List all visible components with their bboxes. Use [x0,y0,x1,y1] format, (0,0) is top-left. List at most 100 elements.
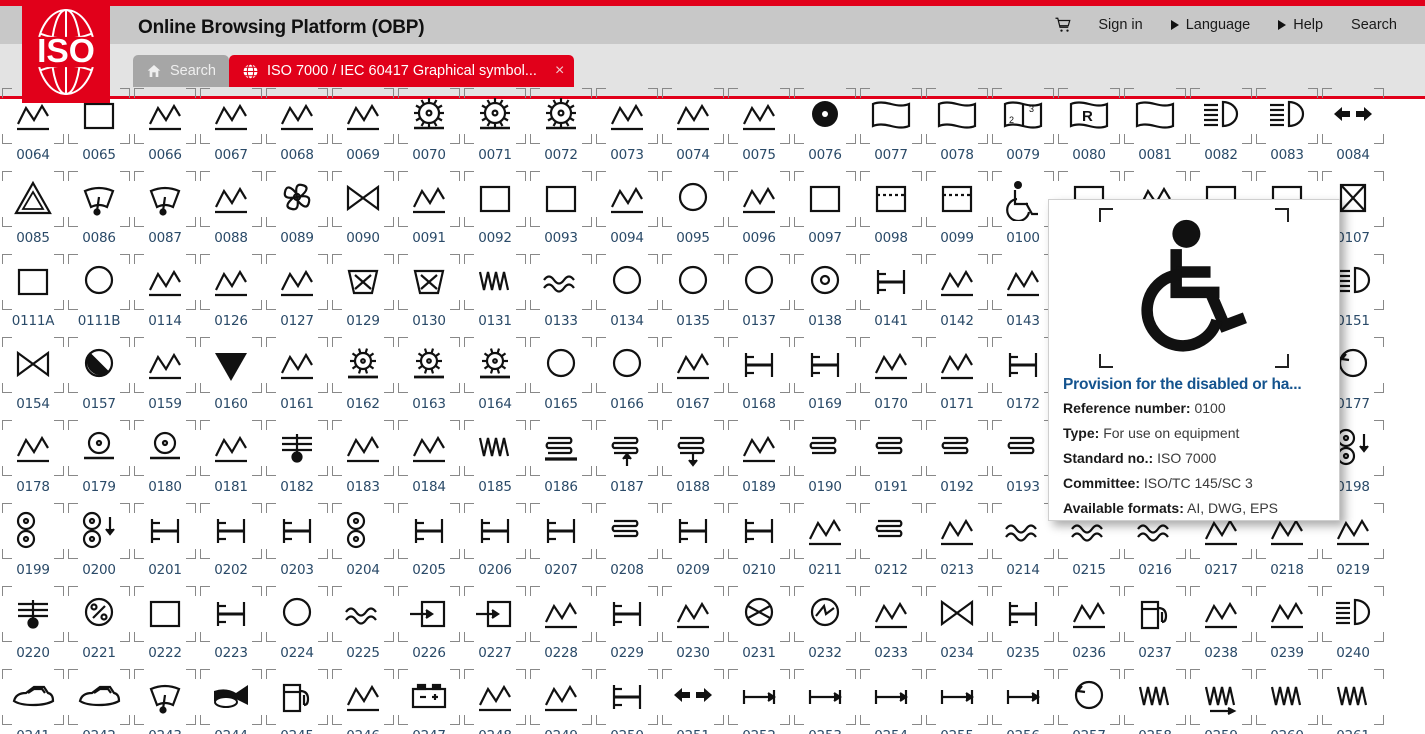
symbol-cell-0232[interactable]: 0232 [792,586,858,669]
symbol-cell-0141[interactable]: 0141 [858,254,924,337]
symbol-cell-0126[interactable]: 0126 [198,254,264,337]
symbol-cell-0225[interactable]: 0225 [330,586,396,669]
symbol-cell-0253[interactable]: 0253 [792,669,858,734]
symbol-cell-0134[interactable]: 0134 [594,254,660,337]
symbol-cell-0241[interactable]: 0241 [0,669,66,734]
symbol-cell-0254[interactable]: 0254 [858,669,924,734]
symbol-cell-0237[interactable]: 0237 [1122,586,1188,669]
symbol-cell-0246[interactable]: 0246 [330,669,396,734]
symbol-cell-0240[interactable]: 0240 [1320,586,1386,669]
symbol-cell-0190[interactable]: 0190 [792,420,858,503]
symbol-cell-0069[interactable]: 0069 [330,88,396,171]
symbol-cell-0073[interactable]: 0073 [594,88,660,171]
symbol-cell-0079[interactable]: 2 3 0079 [990,88,1056,171]
symbol-cell-0078[interactable]: 0078 [924,88,990,171]
symbol-cell-0201[interactable]: 0201 [132,503,198,586]
cart-button[interactable] [1042,6,1084,44]
symbol-cell-0131[interactable]: 0131 [462,254,528,337]
symbol-cell-0085[interactable]: 0085 [0,171,66,254]
symbol-cell-0212[interactable]: 0212 [858,503,924,586]
symbol-cell-0236[interactable]: 0236 [1056,586,1122,669]
symbol-cell-0095[interactable]: 0095 [660,171,726,254]
symbol-cell-0214[interactable]: 0214 [990,503,1056,586]
symbol-cell-0161[interactable]: 0161 [264,337,330,420]
symbol-cell-0137[interactable]: 0137 [726,254,792,337]
symbol-cell-0202[interactable]: 0202 [198,503,264,586]
symbol-cell-0170[interactable]: 0170 [858,337,924,420]
symbol-cell-0138[interactable]: 0138 [792,254,858,337]
language-menu[interactable]: Language [1157,6,1265,44]
iso-logo[interactable]: ISO [22,0,110,103]
symbol-cell-0157[interactable]: 0157 [66,337,132,420]
symbol-cell-0242[interactable]: 0242 [66,669,132,734]
symbol-cell-0072[interactable]: 0072 [528,88,594,171]
symbol-cell-0086[interactable]: 0086 [66,171,132,254]
symbol-cell-0244[interactable]: 0244 [198,669,264,734]
symbol-cell-0181[interactable]: 0181 [198,420,264,503]
symbol-cell-0226[interactable]: 0226 [396,586,462,669]
symbol-cell-0077[interactable]: 0077 [858,88,924,171]
symbol-cell-0068[interactable]: 0068 [264,88,330,171]
sign-in-link[interactable]: Sign in [1084,6,1156,44]
symbol-cell-0142[interactable]: 0142 [924,254,990,337]
symbol-cell-0186[interactable]: 0186 [528,420,594,503]
symbol-cell-0180[interactable]: 0180 [132,420,198,503]
symbol-cell-0127[interactable]: 0127 [264,254,330,337]
symbol-cell-0223[interactable]: 0223 [198,586,264,669]
symbol-cell-0129[interactable]: 0129 [330,254,396,337]
symbol-cell-0094[interactable]: 0094 [594,171,660,254]
symbol-cell-0084[interactable]: 0084 [1320,88,1386,171]
symbol-cell-0135[interactable]: 0135 [660,254,726,337]
symbol-cell-0091[interactable]: 0091 [396,171,462,254]
symbol-cell-0231[interactable]: 0231 [726,586,792,669]
symbol-cell-0082[interactable]: 0082 [1188,88,1254,171]
symbol-cell-0220[interactable]: 0220 [0,586,66,669]
symbol-cell-0100[interactable]: 0100 [990,171,1056,254]
symbol-cell-0247[interactable]: 0247 [396,669,462,734]
symbol-cell-0256[interactable]: 0256 [990,669,1056,734]
symbol-cell-0143[interactable]: 0143 [990,254,1056,337]
symbol-cell-0093[interactable]: 0093 [528,171,594,254]
symbol-cell-0099[interactable]: 0099 [924,171,990,254]
symbol-cell-0097[interactable]: 0097 [792,171,858,254]
help-menu[interactable]: Help [1264,6,1337,44]
symbol-cell-0088[interactable]: 0088 [198,171,264,254]
symbol-cell-0204[interactable]: 0204 [330,503,396,586]
symbol-cell-0172[interactable]: 0172 [990,337,1056,420]
symbol-cell-0259[interactable]: 0259 [1188,669,1254,734]
symbol-cell-0169[interactable]: 0169 [792,337,858,420]
symbol-cell-0182[interactable]: 0182 [264,420,330,503]
symbol-cell-0261[interactable]: 0261 [1320,669,1386,734]
symbol-cell-0184[interactable]: 0184 [396,420,462,503]
symbol-cell-0189[interactable]: 0189 [726,420,792,503]
symbol-cell-0252[interactable]: 0252 [726,669,792,734]
symbol-cell-0230[interactable]: 0230 [660,586,726,669]
symbol-cell-0171[interactable]: 0171 [924,337,990,420]
symbol-cell-0087[interactable]: 0087 [132,171,198,254]
symbol-cell-0167[interactable]: 0167 [660,337,726,420]
symbol-cell-0200[interactable]: 0200 [66,503,132,586]
symbol-cell-0111A[interactable]: 0111A [0,254,66,337]
symbol-cell-0162[interactable]: 0162 [330,337,396,420]
symbol-cell-0238[interactable]: 0238 [1188,586,1254,669]
symbol-cell-0245[interactable]: 0245 [264,669,330,734]
symbol-cell-0249[interactable]: 0249 [528,669,594,734]
symbol-cell-0185[interactable]: 0185 [462,420,528,503]
symbol-cell-0089[interactable]: 0089 [264,171,330,254]
symbol-cell-0159[interactable]: 0159 [132,337,198,420]
symbol-cell-0234[interactable]: 0234 [924,586,990,669]
symbol-cell-0071[interactable]: 0071 [462,88,528,171]
symbol-cell-0083[interactable]: 0083 [1254,88,1320,171]
tab-iso7000[interactable]: ISO 7000 / IEC 60417 Graphical symbol...… [228,55,575,87]
symbol-cell-0203[interactable]: 0203 [264,503,330,586]
symbol-cell-0165[interactable]: 0165 [528,337,594,420]
symbol-cell-0221[interactable]: 0221 [66,586,132,669]
symbol-cell-0168[interactable]: 0168 [726,337,792,420]
symbol-cell-0235[interactable]: 0235 [990,586,1056,669]
symbol-cell-0250[interactable]: 0250 [594,669,660,734]
symbol-cell-0179[interactable]: 0179 [66,420,132,503]
symbol-cell-0160[interactable]: 0160 [198,337,264,420]
symbol-cell-0206[interactable]: 0206 [462,503,528,586]
symbol-cell-0239[interactable]: 0239 [1254,586,1320,669]
tab-search[interactable]: Search [133,55,229,87]
